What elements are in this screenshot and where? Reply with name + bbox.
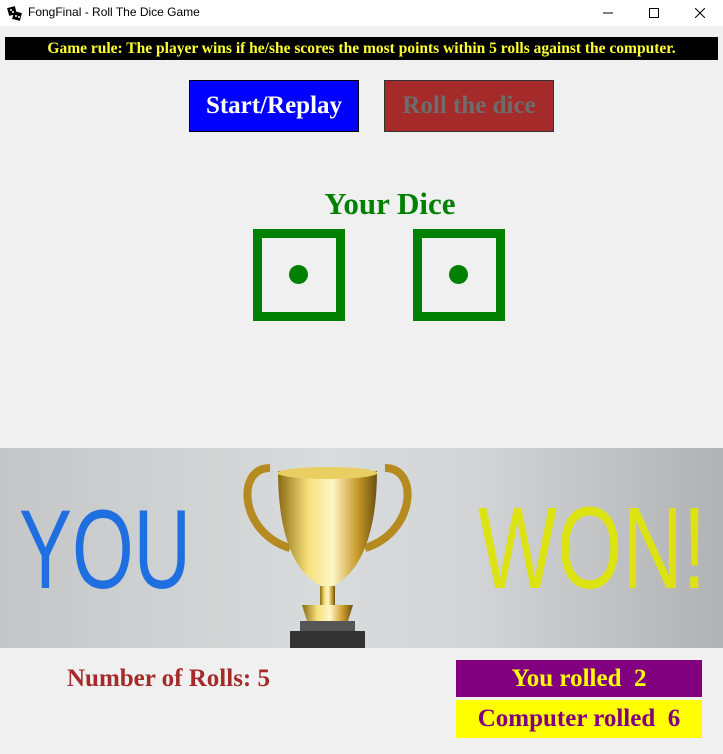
maximize-icon	[649, 8, 659, 18]
player-die-2	[413, 229, 505, 321]
window-title: FongFinal - Roll The Dice Game	[28, 5, 200, 19]
minimize-button[interactable]	[585, 0, 631, 26]
trophy-icon	[243, 464, 412, 648]
you-word: YOU	[19, 496, 191, 596]
your-dice-heading: Your Dice	[324, 186, 456, 221]
result-banner: YOU WON!	[0, 448, 723, 648]
computer-rolled-label: Computer rolled 6	[456, 700, 702, 738]
close-icon	[695, 8, 705, 18]
maximize-button[interactable]	[631, 0, 677, 26]
won-word-text: WON!	[478, 492, 706, 596]
player-die-1	[253, 229, 345, 321]
minimize-icon	[603, 12, 613, 14]
roll-dice-button[interactable]: Roll the dice	[384, 80, 554, 132]
you-rolled-label: You rolled 2	[456, 660, 702, 697]
dice-icon	[7, 6, 22, 21]
close-button[interactable]	[677, 0, 723, 26]
die-pip	[449, 265, 468, 284]
you-word-text: YOU	[19, 496, 191, 596]
game-rule-banner: Game rule: The player wins if he/she sco…	[5, 37, 718, 60]
won-word: WON!	[478, 492, 706, 596]
number-of-rolls-label: Number of Rolls: 5	[67, 665, 271, 692]
start-replay-button[interactable]: Start/Replay	[189, 80, 359, 132]
die-pip	[289, 265, 308, 284]
title-bar: FongFinal - Roll The Dice Game	[0, 0, 723, 26]
